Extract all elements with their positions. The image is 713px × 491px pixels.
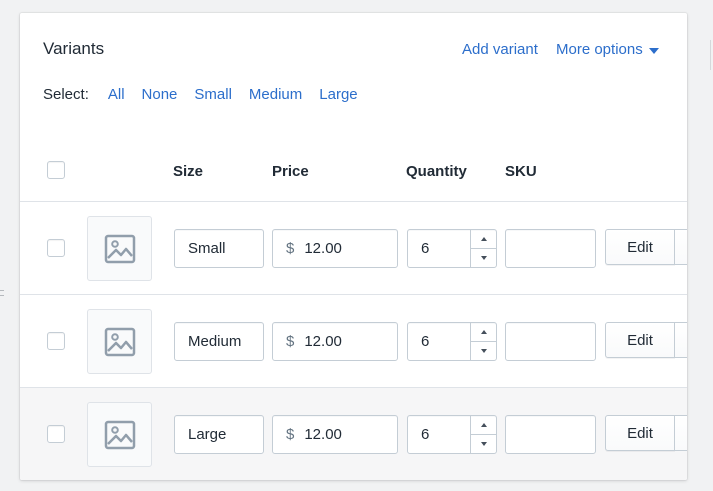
more-actions-button[interactable] — [674, 229, 687, 265]
table-header: Size Price Quantity SKU — [20, 147, 687, 201]
select-large-link[interactable]: Large — [319, 86, 357, 103]
quantity-stepper[interactable]: 6 — [407, 415, 497, 454]
select-all-link[interactable]: All — [108, 86, 125, 103]
quantity-stepper[interactable]: 6 — [407, 322, 497, 361]
more-options-link[interactable]: More options — [556, 41, 659, 58]
sku-input[interactable] — [505, 415, 596, 454]
image-placeholder-icon — [104, 420, 135, 449]
quantity-stepper[interactable]: 6 — [407, 229, 497, 268]
size-value: Large — [188, 426, 227, 443]
right-page-strip — [698, 0, 713, 491]
size-input[interactable]: Medium — [174, 322, 264, 361]
column-header-sku: SKU — [505, 163, 537, 180]
size-value: Small — [188, 240, 226, 257]
edit-button[interactable]: Edit — [605, 229, 675, 265]
quantity-value: 6 — [421, 426, 430, 443]
add-variant-link[interactable]: Add variant — [462, 41, 538, 58]
card-title: Variants — [43, 39, 105, 58]
price-value: 12.00 — [304, 426, 342, 443]
edit-button[interactable]: Edit — [605, 415, 675, 451]
caret-down-icon — [648, 47, 659, 54]
row-checkbox[interactable] — [47, 332, 65, 350]
table-row: Medium $ 12.00 6 Edit — [20, 294, 687, 387]
stepper-down-button[interactable] — [471, 341, 496, 360]
chevron-down-icon — [480, 349, 487, 353]
stepper-up-button[interactable] — [471, 323, 496, 341]
variant-image[interactable] — [87, 402, 152, 467]
chevron-up-icon — [480, 330, 487, 334]
row-checkbox[interactable] — [47, 239, 65, 257]
more-actions-button[interactable] — [674, 322, 687, 358]
currency-prefix: $ — [286, 333, 295, 350]
price-value: 12.00 — [304, 333, 342, 350]
size-input[interactable]: Small — [174, 229, 264, 268]
currency-prefix: $ — [286, 426, 295, 443]
price-value: 12.00 — [304, 240, 342, 257]
more-options-label: More options — [556, 41, 643, 58]
stepper-up-button[interactable] — [471, 416, 496, 434]
table-row: Large $ 12.00 6 Edit — [20, 387, 687, 480]
page-edge-marker — [0, 290, 4, 296]
table-row: Small $ 12.00 6 Edit — [20, 201, 687, 294]
stepper-controls — [470, 230, 496, 267]
select-all-checkbox[interactable] — [47, 161, 65, 179]
stepper-up-button[interactable] — [471, 230, 496, 248]
chevron-down-icon — [480, 256, 487, 260]
size-input[interactable]: Large — [174, 415, 264, 454]
sku-input[interactable] — [505, 229, 596, 268]
select-label: Select: — [43, 86, 89, 103]
chevron-up-icon — [480, 423, 487, 427]
column-header-price: Price — [272, 163, 309, 180]
chevron-up-icon — [480, 237, 487, 241]
column-header-size: Size — [173, 163, 204, 180]
more-actions-button[interactable] — [674, 415, 687, 451]
quantity-value: 6 — [421, 240, 430, 257]
select-none-link[interactable]: None — [142, 86, 178, 103]
price-input[interactable]: $ 12.00 — [272, 229, 398, 268]
size-value: Medium — [188, 333, 242, 350]
price-input[interactable]: $ 12.00 — [272, 322, 398, 361]
column-header-quantity: Quantity — [406, 163, 467, 180]
quantity-value: 6 — [421, 333, 430, 350]
image-placeholder-icon — [104, 327, 135, 356]
currency-prefix: $ — [286, 240, 295, 257]
select-medium-link[interactable]: Medium — [249, 86, 302, 103]
price-input[interactable]: $ 12.00 — [272, 415, 398, 454]
select-row: Select: All None Small Medium Large — [43, 86, 375, 103]
stepper-down-button[interactable] — [471, 434, 496, 453]
image-placeholder-icon — [104, 234, 135, 263]
stepper-controls — [470, 416, 496, 453]
variant-image[interactable] — [87, 309, 152, 374]
select-small-link[interactable]: Small — [194, 86, 232, 103]
stepper-controls — [470, 323, 496, 360]
edit-button[interactable]: Edit — [605, 322, 675, 358]
variants-card: Variants Add variant More options Select… — [20, 13, 687, 480]
sku-input[interactable] — [505, 322, 596, 361]
stepper-down-button[interactable] — [471, 248, 496, 267]
variant-image[interactable] — [87, 216, 152, 281]
row-checkbox[interactable] — [47, 425, 65, 443]
chevron-down-icon — [480, 442, 487, 446]
